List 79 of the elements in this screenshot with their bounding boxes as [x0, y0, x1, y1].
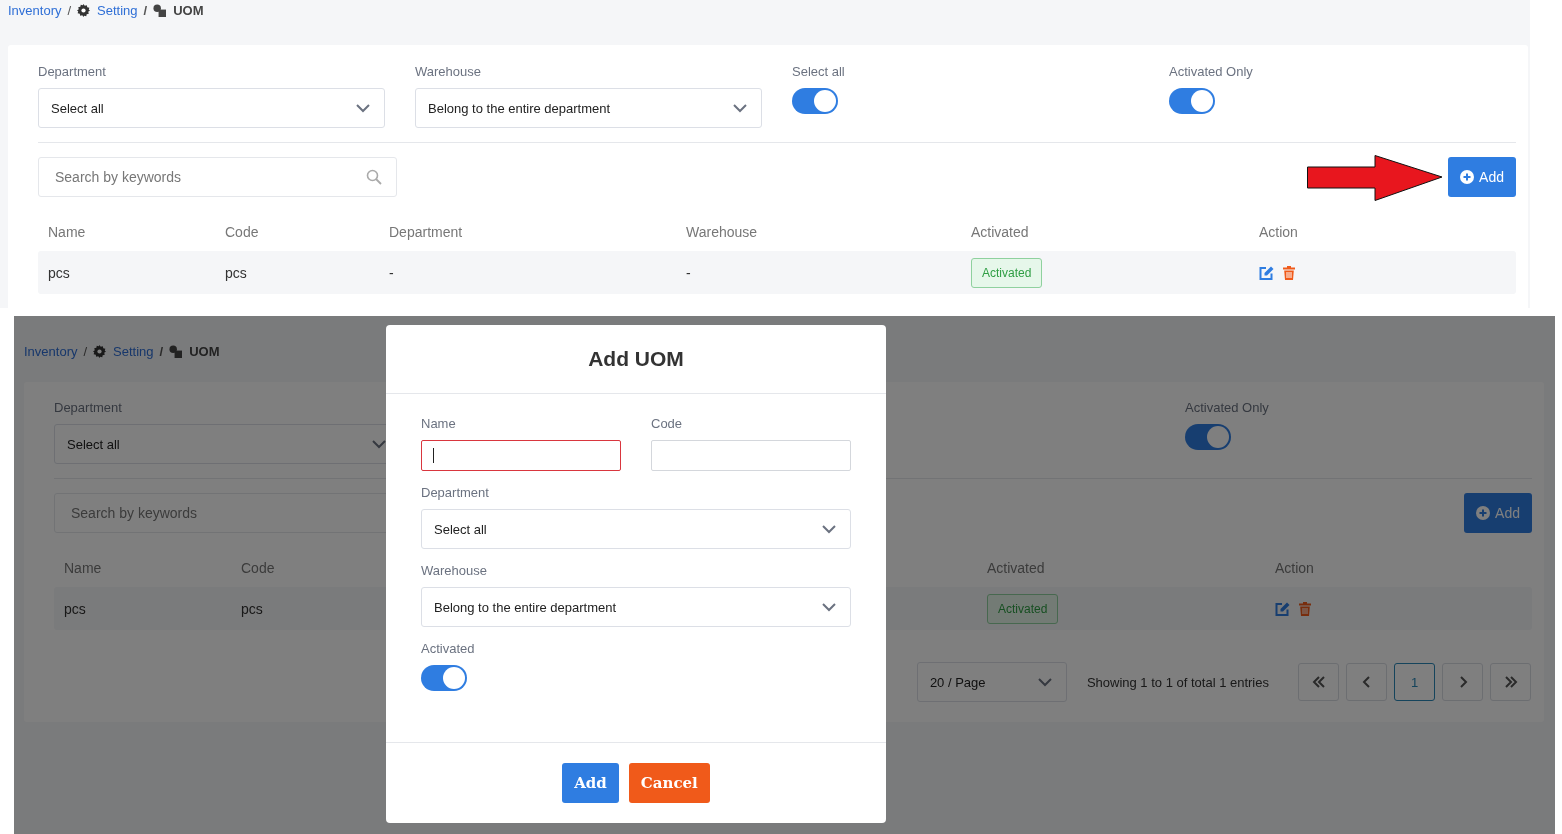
column-header: Code — [241, 560, 275, 576]
plus-circle-icon — [1476, 506, 1491, 520]
chevron-down-icon — [733, 103, 747, 113]
select-dropdown[interactable]: Select all — [38, 88, 385, 128]
edit-icon[interactable] — [1275, 601, 1290, 616]
column-header: Warehouse — [686, 224, 758, 240]
column-header: Action — [1275, 560, 1314, 576]
column-header: Activated — [971, 224, 1029, 240]
chevron-down-icon — [1037, 677, 1052, 687]
toggle-switch[interactable] — [421, 665, 467, 691]
column-header: Activated — [987, 560, 1045, 576]
breadcrumb-link[interactable]: Setting — [97, 3, 138, 18]
breadcrumb-separator: / — [83, 344, 88, 359]
toggle-switch[interactable] — [1185, 424, 1231, 450]
add-button[interactable]: Add — [1448, 157, 1516, 197]
double-chevron-icon — [1503, 676, 1518, 688]
filter-label: Select all — [792, 64, 845, 79]
submit-button[interactable]: Add — [562, 763, 619, 803]
plus-circle-icon — [1460, 170, 1475, 184]
trash-icon[interactable] — [1299, 601, 1311, 616]
table-cell: pcs — [64, 600, 86, 617]
table-cell: - — [389, 264, 394, 281]
last-page-button[interactable] — [1490, 663, 1531, 701]
breadcrumb-link[interactable]: Setting — [113, 344, 154, 359]
chevron-down-icon — [372, 439, 386, 449]
filter-label: Warehouse — [415, 64, 481, 79]
next-page-button[interactable] — [1442, 663, 1483, 701]
field-label: Name — [421, 416, 456, 431]
first-page-button[interactable] — [1298, 663, 1339, 701]
select-dropdown[interactable]: Belong to the entire department — [415, 88, 762, 128]
table-cell: - — [686, 264, 691, 281]
search-field[interactable]: Search by keywords — [38, 157, 397, 197]
pagination-summary: Showing 1 to 1 of total 1 entries — [1086, 674, 1269, 690]
chevron-down-icon — [356, 103, 370, 113]
chevron-down-icon — [822, 524, 836, 534]
status-badge: Activated — [971, 257, 1043, 288]
double-chevron-icon — [1311, 676, 1326, 688]
input-field[interactable] — [421, 440, 621, 471]
shapes-icon — [153, 4, 167, 17]
table-cell: pcs — [48, 264, 70, 281]
search-icon — [366, 169, 382, 185]
field-label: Warehouse — [421, 563, 487, 578]
field-label: Code — [651, 416, 683, 431]
gear-icon — [77, 4, 91, 17]
add-button[interactable]: Add — [1464, 493, 1532, 533]
filter-label: Activated Only — [1185, 400, 1269, 415]
select-dropdown[interactable]: Belong to the entire department — [421, 587, 851, 627]
page-button[interactable]: 1 — [1394, 663, 1435, 701]
column-header: Name — [48, 224, 86, 240]
column-header: Name — [64, 560, 102, 576]
column-header: Code — [225, 224, 259, 240]
chevron-down-icon — [822, 602, 836, 612]
breadcrumb-separator: / — [159, 344, 164, 359]
table-cell: pcs — [241, 600, 263, 617]
filter-label: Department — [38, 64, 106, 79]
select-dropdown[interactable]: Select all — [421, 509, 851, 549]
breadcrumb-separator: / — [67, 3, 72, 18]
column-header: Action — [1259, 224, 1298, 240]
column-header: Department — [389, 224, 463, 240]
breadcrumb-link[interactable]: Inventory — [8, 3, 62, 18]
shapes-icon — [169, 345, 183, 358]
field-label: Activated — [421, 641, 475, 656]
breadcrumb-separator: / — [143, 3, 148, 18]
field-label: Department — [421, 485, 489, 500]
table-cell: pcs — [225, 264, 247, 281]
cancel-button[interactable]: Cancel — [628, 763, 710, 803]
filter-label: Department — [54, 400, 122, 415]
trash-icon[interactable] — [1283, 265, 1295, 280]
status-badge: Activated — [987, 593, 1059, 624]
page-size-select[interactable]: 20 / Page — [916, 662, 1067, 702]
breadcrumb-link[interactable]: Inventory — [24, 344, 78, 359]
toggle-switch[interactable] — [792, 88, 838, 114]
toggle-switch[interactable] — [1169, 88, 1215, 114]
edit-icon[interactable] — [1259, 265, 1274, 280]
breadcrumb-current: UOM — [189, 344, 220, 359]
gear-icon — [93, 345, 107, 358]
dialog-title: Add UOM — [588, 347, 684, 371]
breadcrumb-current: UOM — [173, 3, 204, 18]
filter-label: Activated Only — [1169, 64, 1253, 79]
